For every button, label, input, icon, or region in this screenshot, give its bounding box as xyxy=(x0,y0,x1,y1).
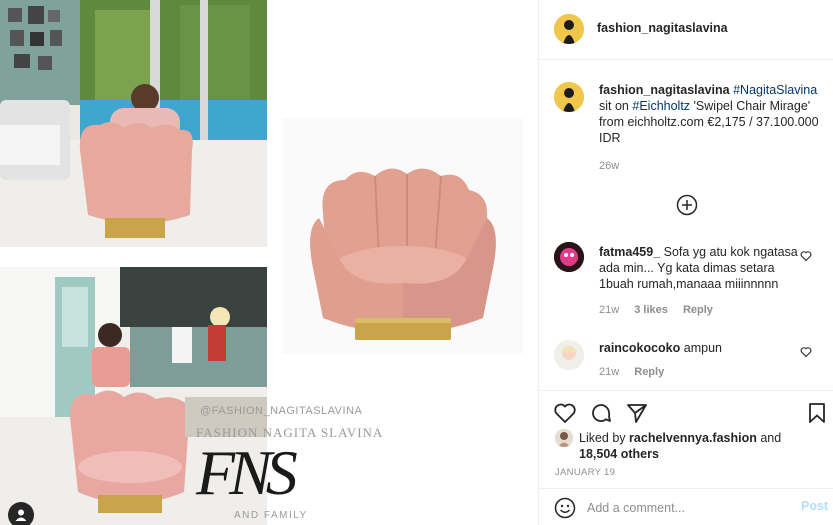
post-date[interactable]: JANUARY 19 xyxy=(555,467,615,478)
comment-text: raincokocoko ampun xyxy=(599,340,799,356)
comment-meta: 21w Reply xyxy=(599,366,676,378)
heart-icon[interactable] xyxy=(800,346,812,358)
caption-body: sit on xyxy=(599,99,629,113)
comment-body: ampun xyxy=(683,341,722,355)
comment-icon[interactable] xyxy=(589,401,613,425)
avatar[interactable] xyxy=(554,340,584,370)
likes-user[interactable]: rachelvennya.fashion xyxy=(629,431,757,445)
avatar[interactable] xyxy=(554,14,584,44)
header-username[interactable]: fashion_nagitaslavina xyxy=(597,21,728,35)
likes-count[interactable]: 18,504 others xyxy=(579,447,659,461)
comment-text: fatma459_ Sofa yg atu kok ngatasa ada mi… xyxy=(599,244,799,292)
comment-username[interactable]: raincokocoko xyxy=(599,341,680,355)
bookmark-icon[interactable] xyxy=(805,401,829,425)
likes-and: and xyxy=(760,431,782,445)
likes-prefix: Liked by xyxy=(579,431,626,445)
comment-time: 21w xyxy=(599,366,620,378)
comments-section: fashion_nagitaslavina #NagitaSlavina sit… xyxy=(539,60,833,390)
reply-button[interactable]: Reply xyxy=(634,366,664,378)
reply-button[interactable]: Reply xyxy=(683,304,713,316)
heart-icon[interactable] xyxy=(800,250,812,262)
comment-time: 21w xyxy=(599,304,620,316)
post-actions: Liked by rachelvennya.fashion and 18,504… xyxy=(539,390,833,488)
post-image[interactable]: @FASHION_NAGITASLAVINA FASHION NAGITA SL… xyxy=(0,0,538,525)
avatar[interactable] xyxy=(555,429,573,447)
user-tag-icon[interactable] xyxy=(8,502,34,525)
comment-meta: 21w 3 likes Reply xyxy=(599,304,725,316)
watermark-handle: @FASHION_NAGITASLAVINA xyxy=(200,405,363,417)
post-panel: fashion_nagitaslavina fashion_nagitaslav… xyxy=(538,0,833,525)
avatar[interactable] xyxy=(554,242,584,272)
caption-avatar[interactable] xyxy=(554,82,584,112)
caption-timestamp: 26w xyxy=(599,160,620,172)
caption-hashtag[interactable]: #NagitaSlavina xyxy=(733,83,817,97)
product-chair-image xyxy=(283,118,523,354)
caption-hashtag[interactable]: #Eichholtz xyxy=(632,99,690,113)
comment-input[interactable] xyxy=(587,498,787,518)
likes-summary: Liked by rachelvennya.fashion and 18,504… xyxy=(579,430,809,462)
caption-username[interactable]: fashion_nagitaslavina xyxy=(599,83,730,97)
plus-circle-icon[interactable] xyxy=(676,194,698,216)
post-header: fashion_nagitaslavina xyxy=(539,0,833,60)
caption-text: fashion_nagitaslavina #NagitaSlavina sit… xyxy=(599,82,819,146)
heart-icon[interactable] xyxy=(553,401,577,425)
watermark-monogram: FNS xyxy=(196,437,298,508)
share-icon[interactable] xyxy=(625,401,649,425)
emoji-icon[interactable] xyxy=(554,497,576,519)
photo-woman-on-chair xyxy=(0,0,267,247)
comment-username[interactable]: fatma459_ xyxy=(599,245,660,259)
add-comment-bar: Post xyxy=(539,488,833,525)
comment-likes[interactable]: 3 likes xyxy=(634,304,668,316)
watermark-family: AND FAMILY xyxy=(234,510,308,521)
post-button[interactable]: Post xyxy=(801,499,828,513)
